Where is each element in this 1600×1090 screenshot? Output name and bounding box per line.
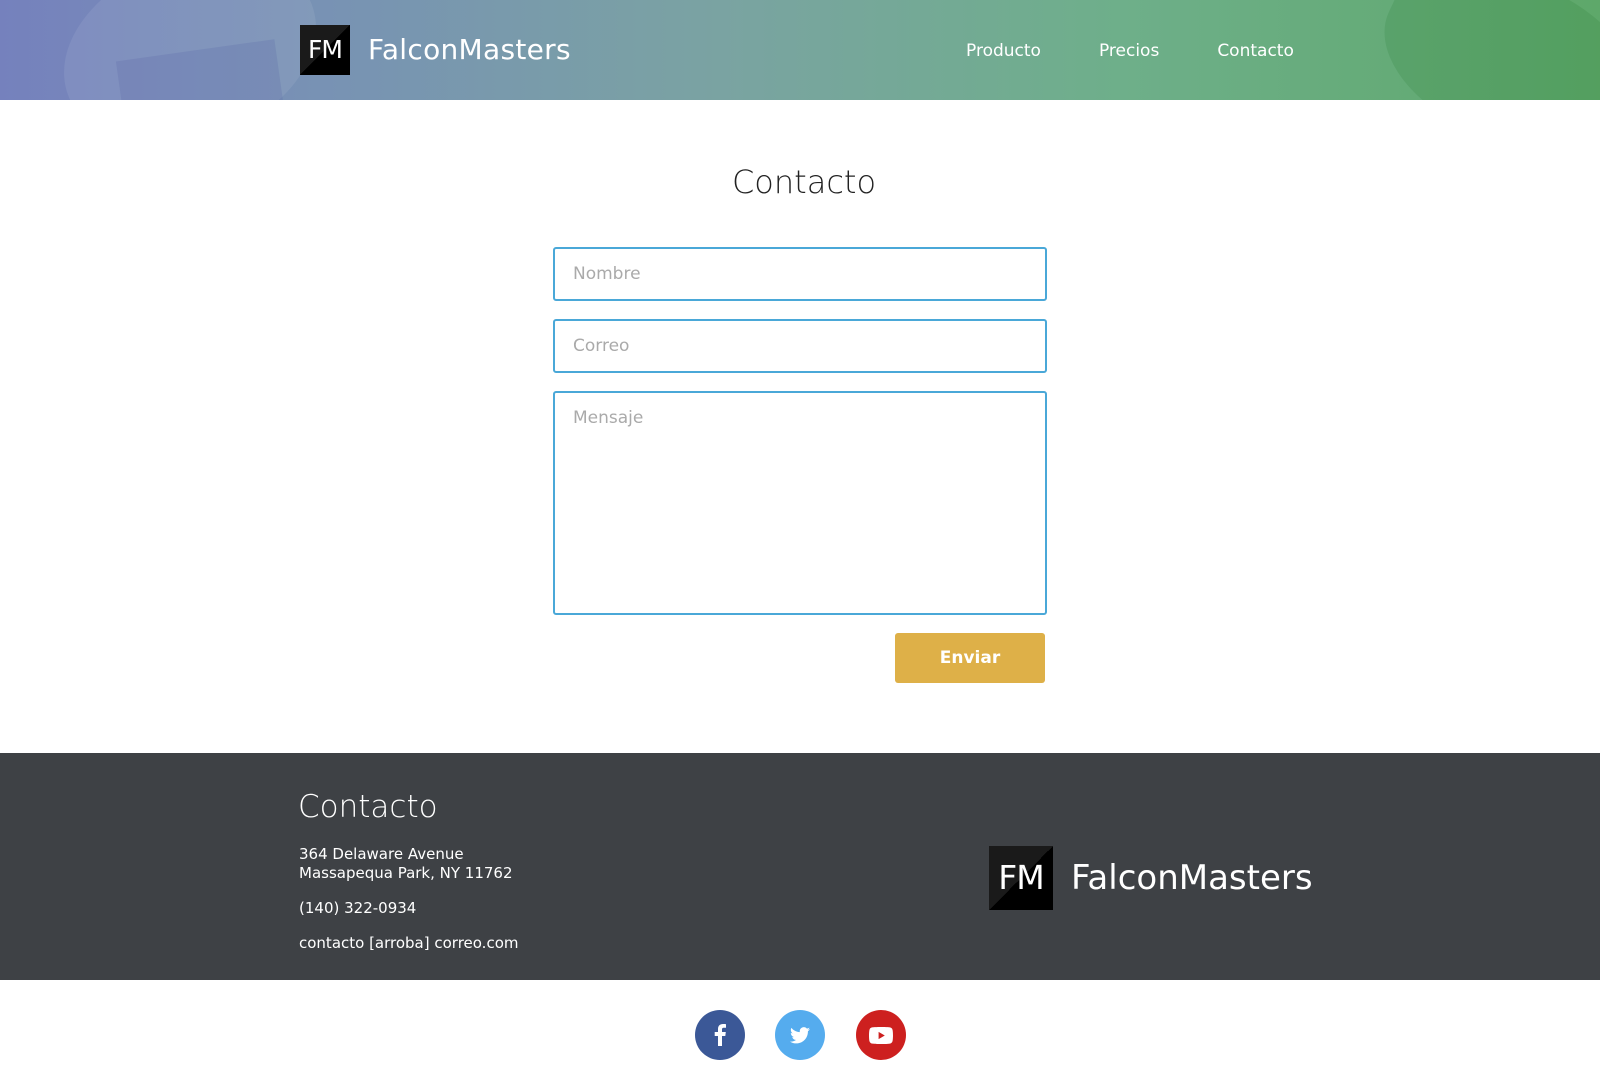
main-nav: Producto Precios Contacto: [966, 40, 1294, 62]
email-field[interactable]: Correo: [553, 319, 1047, 373]
nav-link-contacto[interactable]: Contacto: [1217, 40, 1294, 62]
nav-link-producto[interactable]: Producto: [966, 40, 1041, 62]
footer-logo-icon: FM: [989, 846, 1053, 910]
nav-link-precios[interactable]: Precios: [1099, 40, 1159, 62]
facebook-button[interactable]: [695, 1010, 745, 1060]
page-title: Contacto: [731, 163, 877, 201]
youtube-button[interactable]: [856, 1010, 906, 1060]
twitter-button[interactable]: [775, 1010, 825, 1060]
brand-name[interactable]: FalconMasters: [368, 32, 571, 68]
header-background-shape: [1358, 0, 1600, 100]
site-footer: Contacto 364 Delaware Avenue Massapequa …: [0, 753, 1600, 980]
address-line-1: 364 Delaware Avenue: [299, 845, 464, 863]
submit-button[interactable]: Enviar: [895, 633, 1045, 683]
message-textarea[interactable]: Mensaje: [553, 391, 1047, 615]
twitter-icon: [790, 1026, 810, 1043]
phone-number: (140) 322-0934: [299, 899, 417, 917]
site-header: FM FalconMasters Producto Precios Contac…: [0, 0, 1600, 100]
name-field[interactable]: Nombre: [553, 247, 1047, 301]
logo-icon[interactable]: FM: [300, 25, 350, 75]
address-line-2: Massapequa Park, NY 11762: [299, 864, 513, 882]
contact-email: contacto [arroba] correo.com: [299, 934, 519, 952]
footer-brand-name: FalconMasters: [1071, 858, 1313, 898]
youtube-icon: [869, 1026, 893, 1044]
footer-title: Contacto: [298, 789, 438, 825]
facebook-icon: [714, 1024, 726, 1046]
